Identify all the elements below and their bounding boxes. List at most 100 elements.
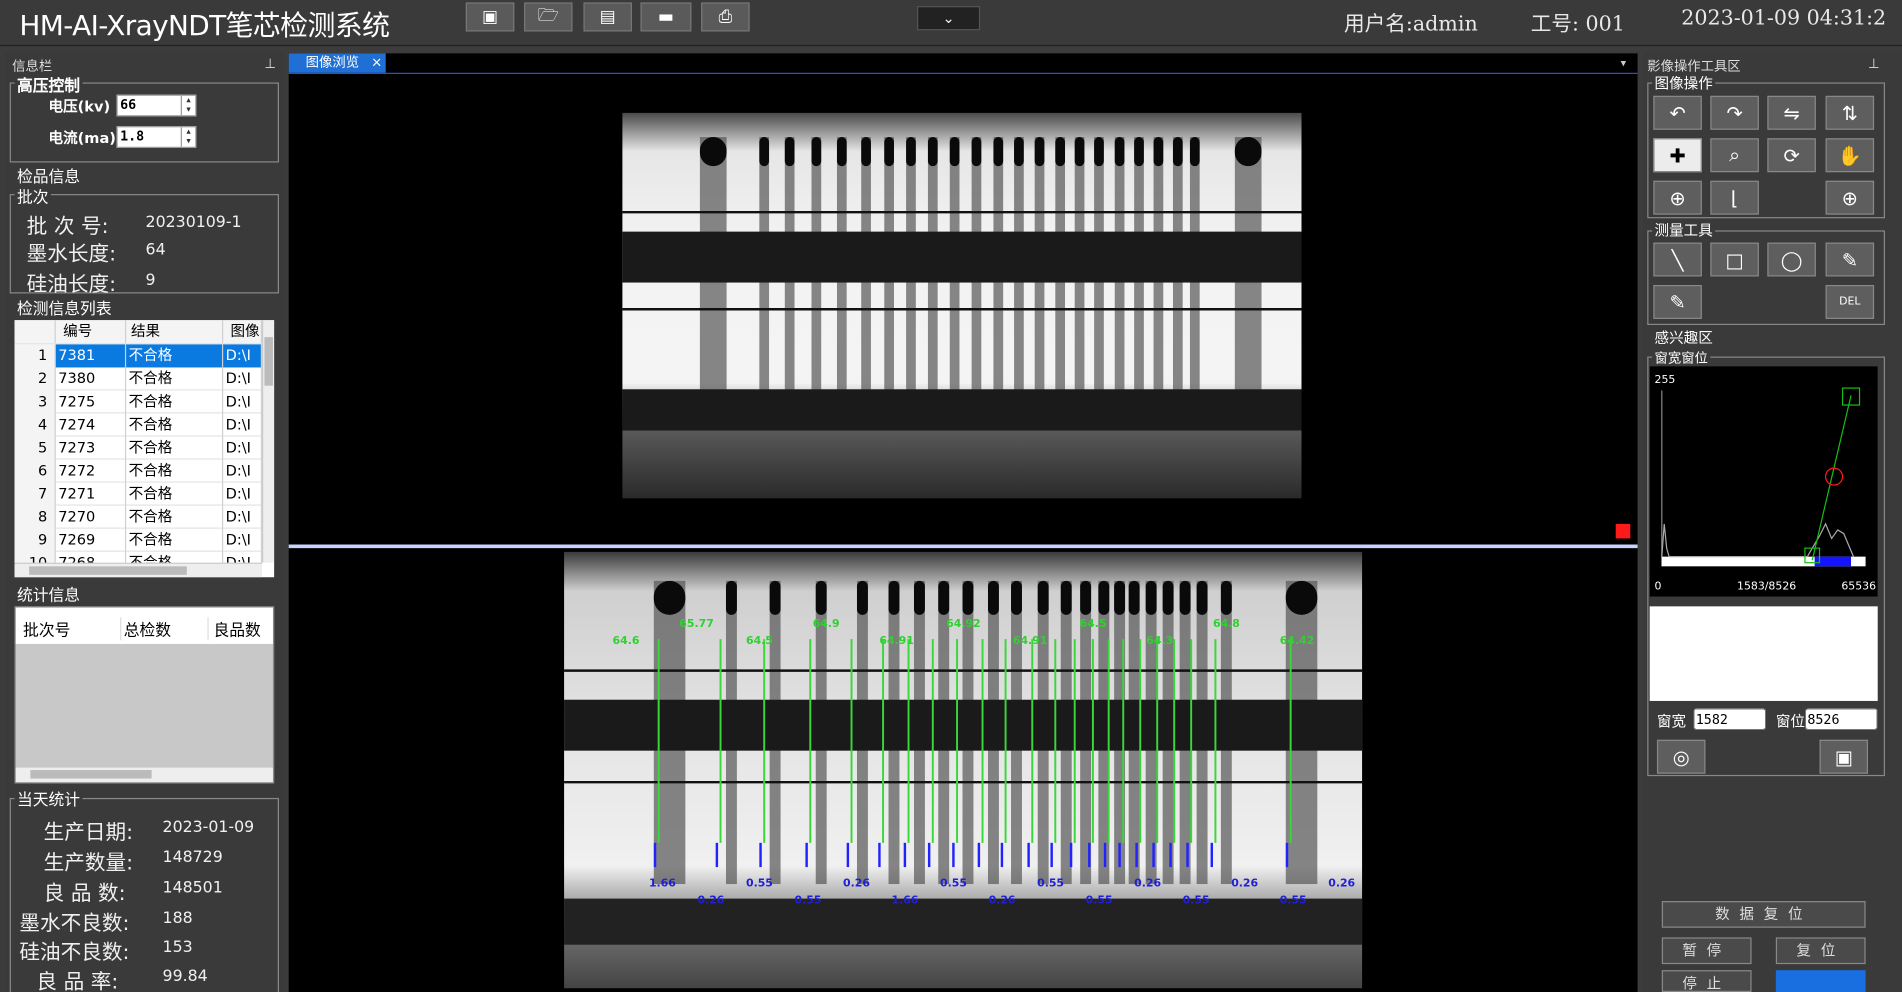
table-row[interactable]: 8 7270 不合格 D:\I — [14, 505, 263, 529]
row-id[interactable]: 7271 — [56, 482, 127, 506]
rect-tool-button[interactable]: □ — [1710, 242, 1759, 277]
row-result[interactable]: 不合格 — [126, 528, 224, 552]
stats-table[interactable]: 批次号 总检数 良品数 — [14, 606, 275, 784]
pen-tip — [1014, 137, 1024, 167]
pan-button[interactable]: ✚ — [1653, 138, 1702, 173]
delete-tool-button[interactable]: DEL — [1825, 284, 1875, 319]
histogram[interactable]: 255 0 1583/8526 65536 — [1649, 366, 1878, 597]
row-id[interactable]: 7274 — [56, 413, 127, 437]
pin-icon[interactable]: ⊥ — [264, 56, 276, 72]
row-id[interactable]: 7381 — [55, 344, 127, 368]
clipboard-button[interactable]: ▣ — [1819, 739, 1869, 774]
row-id[interactable]: 7270 — [56, 505, 127, 529]
row-id[interactable]: 7272 — [56, 459, 127, 483]
row-result[interactable]: 不合格 — [126, 390, 224, 414]
view-dropdown[interactable]: ⌄ — [917, 6, 981, 31]
window-level-input[interactable] — [1804, 708, 1878, 731]
list-hscroll-thumb[interactable] — [29, 566, 187, 575]
pen-tip — [769, 580, 781, 615]
close-icon[interactable]: × — [371, 53, 382, 72]
top-xray-image[interactable] — [622, 112, 1302, 499]
stats-header-total[interactable]: 总检数 — [120, 617, 171, 641]
reset-button[interactable]: 复位 — [1775, 937, 1866, 965]
magnifier-button[interactable]: ⌕ — [1710, 138, 1759, 173]
pause-button[interactable]: 暂停 — [1661, 937, 1752, 965]
list-vscroll-thumb[interactable] — [264, 337, 273, 386]
stats-header-batch[interactable]: 批次号 — [23, 617, 70, 640]
stats-hscroll-thumb[interactable] — [30, 770, 152, 779]
row-result[interactable]: 不合格 — [126, 367, 224, 391]
flip-horizontal-button[interactable]: ⇋ — [1767, 95, 1816, 130]
pin-icon-2[interactable]: ⊥ — [1868, 56, 1880, 72]
window-width-input[interactable] — [1693, 708, 1767, 731]
start-button[interactable] — [1775, 970, 1866, 992]
ai-button[interactable]: ▬ — [640, 2, 692, 32]
current-stepper[interactable]: ▲ ▼ — [180, 127, 196, 147]
row-id[interactable]: 7380 — [56, 367, 127, 391]
stats-hscrollbar[interactable] — [15, 767, 273, 783]
row-path[interactable]: D:\I — [223, 344, 263, 368]
row-result[interactable]: 不合格 — [126, 436, 224, 460]
hand-button[interactable]: ✋ — [1825, 138, 1875, 173]
zoom-in-icon: ⊕ — [1841, 186, 1858, 210]
auto-window-button[interactable]: ◎ — [1656, 739, 1706, 774]
row-id[interactable]: 7269 — [56, 528, 127, 552]
table-row[interactable]: 5 7273 不合格 D:\I — [14, 436, 263, 460]
save-button[interactable]: ▤ — [583, 2, 632, 32]
row-path[interactable]: D:\I — [223, 413, 263, 437]
row-id[interactable]: 7273 — [56, 436, 127, 460]
header-image[interactable]: 图像 — [223, 320, 263, 344]
list-vscrollbar[interactable] — [262, 320, 275, 563]
table-row[interactable]: 7 7271 不合格 D:\I — [14, 482, 263, 506]
row-path[interactable]: D:\I — [223, 367, 263, 391]
row-result[interactable]: 不合格 — [126, 482, 224, 506]
table-row[interactable]: 1 7381 不合格 D:\I — [14, 344, 263, 368]
ruler-button[interactable]: ⌊ — [1710, 180, 1759, 215]
row-path[interactable]: D:\I — [223, 436, 263, 460]
current-input[interactable]: 1.8 ▲ ▼ — [116, 126, 197, 148]
table-row[interactable]: 2 7380 不合格 D:\I — [14, 367, 263, 391]
rotate-left-button[interactable]: ↶ — [1653, 95, 1702, 130]
row-result[interactable]: 不合格 — [126, 505, 224, 529]
table-row[interactable]: 6 7272 不合格 D:\I — [14, 459, 263, 483]
row-id[interactable]: 7275 — [56, 390, 127, 414]
open-image-button[interactable]: ▣ — [465, 2, 515, 32]
voltage-stepper[interactable]: ▲ ▼ — [180, 95, 196, 116]
ellipse-tool-button[interactable]: ◯ — [1767, 242, 1816, 277]
line-tool-button[interactable]: ╲ — [1653, 242, 1702, 277]
row-result[interactable]: 不合格 — [126, 413, 224, 437]
header-result[interactable]: 结果 — [126, 320, 224, 344]
data-reset-button[interactable]: 数据复位 — [1661, 901, 1866, 928]
row-path[interactable]: D:\I — [223, 505, 263, 529]
header-id[interactable]: 编号 — [56, 320, 127, 344]
viewer-splitter[interactable] — [288, 544, 1638, 549]
table-row[interactable]: 9 7269 不合格 D:\I — [14, 528, 263, 552]
annotate-button[interactable]: ✎ — [1825, 242, 1875, 277]
viewer-menu-icon[interactable]: ▾ — [1621, 58, 1626, 70]
stats-header-good[interactable]: 良品数 — [207, 617, 261, 641]
detection-list-table[interactable]: 编号 结果 图像 1 7381 不合格 D:\I 2 7380 不合格 D:\I 3 7275 不合… — [14, 320, 275, 578]
row-path[interactable]: D:\I — [223, 459, 263, 483]
reset-rotation-button[interactable]: ⟳ — [1767, 138, 1816, 173]
status-indicator — [1615, 523, 1631, 539]
pen-tip — [1055, 137, 1066, 167]
list-hscrollbar[interactable] — [14, 562, 263, 578]
table-row[interactable]: 3 7275 不合格 D:\I — [14, 390, 263, 414]
row-result[interactable]: 不合格 — [126, 344, 224, 368]
rotate-right-button[interactable]: ↷ — [1710, 95, 1759, 130]
voltage-input[interactable]: 66 ▲ ▼ — [116, 94, 197, 117]
open-folder-button[interactable]: 🗁 — [524, 2, 573, 32]
row-path[interactable]: D:\I — [223, 528, 263, 552]
row-path[interactable]: D:\I — [223, 390, 263, 414]
flip-vertical-button[interactable]: ⇅ — [1825, 95, 1875, 130]
edit-tool-button[interactable]: ✎ — [1653, 284, 1702, 319]
table-row[interactable]: 4 7274 不合格 D:\I — [14, 413, 263, 437]
stop-button[interactable]: 停止 — [1661, 970, 1752, 992]
bottom-xray-image[interactable]: 64.6 65.77 64.5 64.9 64.91 64.92 64.91 64.5 64.3… — [564, 551, 1363, 989]
row-path[interactable]: D:\I — [223, 482, 263, 506]
zoom-in-button[interactable]: ⊕ — [1825, 180, 1875, 215]
zoom-region-button[interactable]: ⊕ — [1653, 180, 1702, 215]
save-as-button[interactable]: ⎙ — [701, 2, 750, 32]
tab-image-browse[interactable]: 图像浏览 × — [288, 53, 386, 73]
row-result[interactable]: 不合格 — [126, 459, 224, 483]
